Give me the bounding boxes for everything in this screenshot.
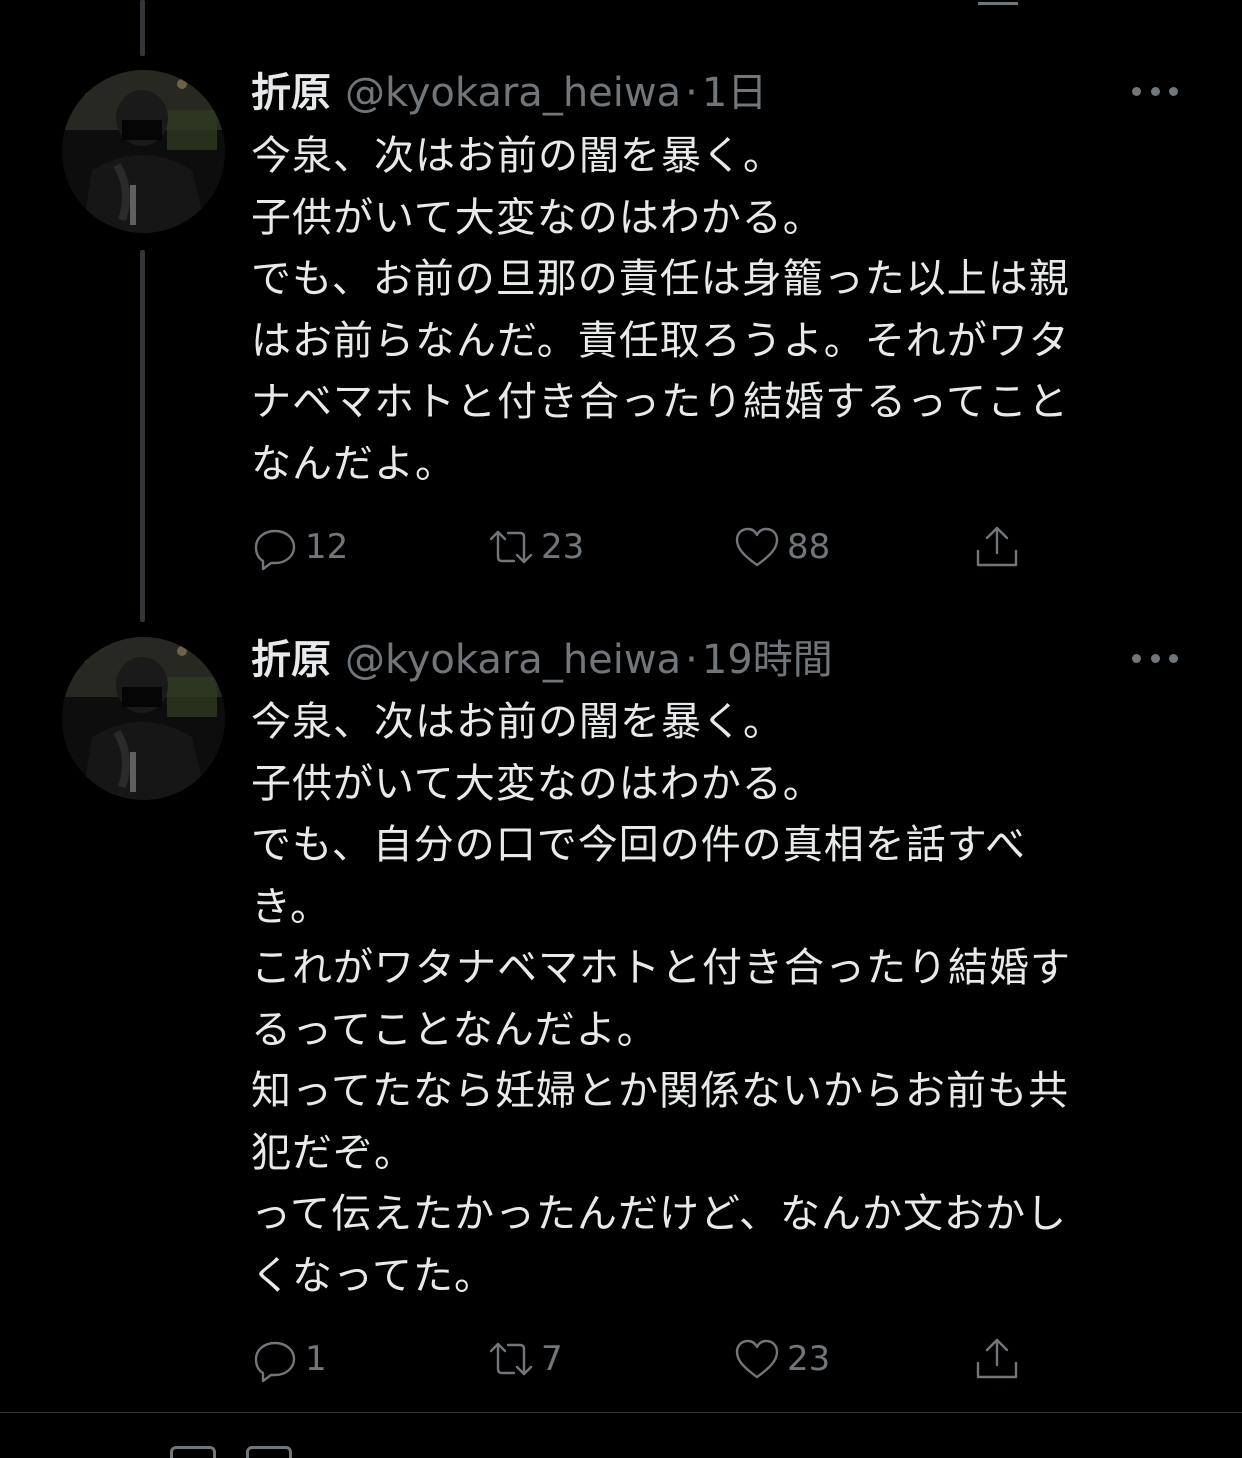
- tweet-text-line: 今泉、次はお前の闇を暴く。: [251, 699, 784, 745]
- reply-count: 1: [305, 1339, 327, 1379]
- avatar[interactable]: [62, 637, 225, 800]
- tweet-text: 今泉、次はお前の闇を暴く。 子供がいて大変なのはわかる。 でも、自分の口で今回の…: [251, 692, 1181, 1307]
- action-bar: 1 7 23: [251, 1334, 1031, 1384]
- retweet-count: 7: [541, 1339, 563, 1379]
- tweet-text-line: くなってた。: [251, 1252, 495, 1299]
- more-icon[interactable]: [1132, 652, 1178, 664]
- username[interactable]: @kyokara_heiwa: [345, 635, 681, 685]
- separator-dot: ·: [685, 637, 698, 683]
- tweet-text-line: 犯だぞ。: [251, 1129, 415, 1176]
- share-button[interactable]: [973, 1334, 1021, 1384]
- tweet-text-line: でも、自分の口で今回の件の真相を話すべ: [251, 822, 1026, 868]
- tweet-text-line: 子供がいて大変なのはわかる。: [251, 760, 824, 807]
- tweet-text-line: って伝えたかったんだけど、なんか文おかし: [251, 1191, 1067, 1237]
- display-name[interactable]: 折原: [251, 635, 331, 685]
- tweet-text-line: るってことなんだよ。: [251, 1006, 658, 1053]
- heart-icon: [735, 1339, 779, 1379]
- like-button[interactable]: 23: [733, 1334, 830, 1384]
- tweet-text-line: 知ってたなら妊婦とか関係ないからお前も共: [251, 1068, 1069, 1114]
- tweet-divider: [0, 1412, 1242, 1413]
- tweet-text-line: き。: [251, 883, 331, 930]
- tweet-text-line: これがワタナベマホトと付き合ったり結婚す: [251, 945, 1071, 991]
- retweet-button[interactable]: 7: [487, 1334, 563, 1384]
- reply-icon: [254, 1341, 296, 1383]
- tweet-header: 折原 @kyokara_heiwa · 19時間: [251, 635, 833, 685]
- share-icon: [976, 1338, 1018, 1379]
- timestamp[interactable]: 19時間: [702, 635, 833, 685]
- like-count: 23: [787, 1339, 831, 1379]
- retweet-icon: [489, 1342, 533, 1376]
- reply-button[interactable]: 1: [251, 1334, 327, 1384]
- tweet[interactable]: 折原 @kyokara_heiwa · 19時間 今泉、次はお前の闇を暴く。 子…: [0, 0, 1242, 1412]
- next-tweet-peek: [170, 1446, 390, 1458]
